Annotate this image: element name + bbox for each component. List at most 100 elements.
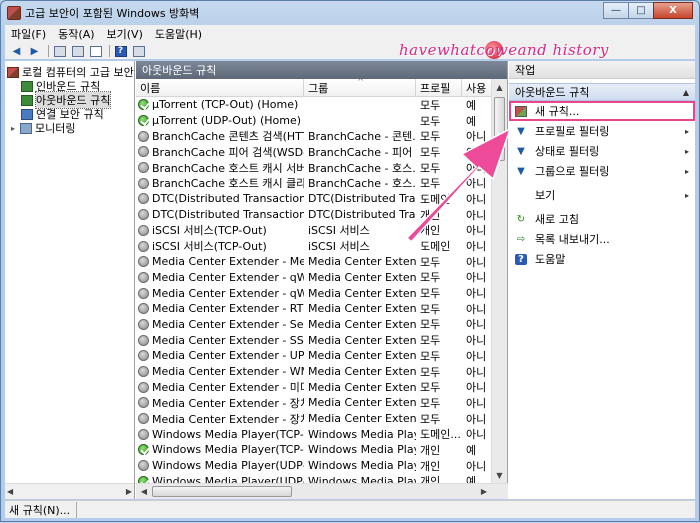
table-row[interactable]: Windows Media Player(UDP-Ou... Windows Me…: [136, 458, 492, 474]
tree-horizontal-scrollbar[interactable]: ◀ ▶: [5, 483, 134, 499]
column-header-profile[interactable]: 프로필: [416, 79, 462, 96]
rule-name-cell: Media Center Extender - qWav...: [136, 271, 304, 284]
action-item[interactable]: 보기 ▸: [509, 185, 695, 205]
expand-icon[interactable]: ▸: [11, 124, 20, 133]
table-row[interactable]: µTorrent (UDP-Out) (Home) 모두 예: [136, 113, 492, 129]
menu-view[interactable]: 보기(V): [101, 26, 149, 42]
help-icon[interactable]: ?: [113, 45, 128, 58]
rule-group-cell: Media Center Extender: [308, 270, 416, 284]
rules-horizontal-scrollbar[interactable]: ◀ ▶: [136, 483, 508, 499]
action-item[interactable]: ⇨ 목록 내보내기...: [509, 229, 695, 249]
table-row[interactable]: Media Center Extender - SSDP(... Media Ce…: [136, 332, 492, 348]
firewall-app-icon: [7, 6, 21, 20]
scroll-thumb[interactable]: [494, 97, 505, 161]
menu-file[interactable]: 파일(F): [5, 26, 52, 42]
table-row[interactable]: Media Center Extender - 장치 ... Media Cent…: [136, 411, 492, 427]
minimize-button[interactable]: —: [603, 2, 629, 19]
rule-name-cell: Media Center Extender - RTSP(...: [136, 302, 304, 315]
rule-profile-cell: 모두: [420, 271, 441, 285]
rule-name-cell: µTorrent (UDP-Out) (Home): [136, 114, 304, 127]
table-row[interactable]: Media Center Extender - Media... Media Ce…: [136, 254, 492, 270]
rule-disabled-icon: [138, 287, 149, 299]
rule-profile-cell: 개인: [420, 459, 441, 473]
rule-profile-cell: 모두: [420, 114, 441, 128]
firewall-window: 고급 보안이 포함된 Windows 방화벽 — □ X 파일(F) 동작(A)…: [0, 0, 700, 522]
table-row[interactable]: BranchCache 호스트 캐시 클라... BranchCache - 호스…: [136, 175, 492, 191]
forward-icon[interactable]: ▶: [27, 45, 42, 58]
show-action-pane-icon[interactable]: [131, 45, 146, 58]
table-row[interactable]: Windows Media Player(TCP-Out) Windows Med…: [136, 426, 492, 442]
table-row[interactable]: BranchCache 호스트 캐시 서버(... BranchCache - 호…: [136, 160, 492, 176]
back-icon[interactable]: ◀: [9, 45, 24, 58]
table-row[interactable]: Media Center Extender - RTSP(... Media Ce…: [136, 301, 492, 317]
rule-disabled-icon: [138, 413, 149, 425]
rule-group-cell: BranchCache - 호스...: [308, 161, 416, 175]
action-item[interactable]: ↻ 새로 고침: [509, 209, 695, 229]
scroll-left-icon[interactable]: ◀: [7, 487, 13, 496]
navigation-tree: 로컬 컴퓨터의 고급 보안 인바운드 규칙 아웃바운드 규칙 연결 보안 규칙 …: [5, 61, 135, 499]
table-row[interactable]: iSCSI 서비스(TCP-Out) iSCSI 서비스 개인 아니: [136, 223, 492, 239]
table-row[interactable]: DTC(Distributed Transaction C... DTC(Dist…: [136, 207, 492, 223]
menu-action[interactable]: 동작(A): [52, 26, 100, 42]
rule-enabled-cell: 아니: [466, 208, 487, 222]
rule-name-cell: Media Center Extender - 미디...: [136, 379, 304, 395]
scroll-right-icon[interactable]: ▶: [126, 487, 132, 496]
export-list-icon[interactable]: [88, 45, 103, 58]
actions-section-outbound-rules[interactable]: 아웃바운드 규칙 ▲: [509, 83, 695, 101]
table-row[interactable]: Media Center Extender - qWav... Media Cen…: [136, 270, 492, 286]
show-tree-icon[interactable]: [70, 45, 85, 58]
table-row[interactable]: iSCSI 서비스(TCP-Out) iSCSI 서비스 도메인 아니: [136, 238, 492, 254]
help-icon: ?: [515, 253, 527, 265]
action-item[interactable]: 새 규칙...: [509, 101, 695, 121]
action-item[interactable]: ▼ 그룹으로 필터링 ▸: [509, 161, 695, 181]
scroll-down-icon[interactable]: ▼: [492, 467, 507, 483]
scroll-right-icon[interactable]: ▶: [476, 484, 492, 499]
rule-profile-cell: 도메인: [420, 192, 451, 206]
column-header-name[interactable]: 이름: [136, 79, 304, 96]
title-bar[interactable]: 고급 보안이 포함된 Windows 방화벽 — □ X: [1, 1, 699, 25]
table-row[interactable]: Media Center Extender - 미디... Media Cente…: [136, 379, 492, 395]
table-row[interactable]: Media Center Extender - WMD... Media Cent…: [136, 364, 492, 380]
column-header-enabled[interactable]: 사용: [462, 79, 492, 96]
table-row[interactable]: DTC(Distributed Transaction C... DTC(Dist…: [136, 191, 492, 207]
rules-vertical-scrollbar[interactable]: ▲ ▼: [491, 79, 507, 483]
collapse-icon[interactable]: ▲: [683, 88, 689, 97]
table-row[interactable]: Windows Media Player(UDP-O... Windows Med…: [136, 474, 492, 483]
rule-enabled-cell: 아니: [466, 428, 487, 442]
table-row[interactable]: Media Center Extender - Servic... Media C…: [136, 317, 492, 333]
menu-help[interactable]: 도움말(H): [149, 26, 208, 42]
tree-root[interactable]: 로컬 컴퓨터의 고급 보안: [7, 65, 134, 79]
rule-enabled-cell: 아니: [466, 318, 487, 332]
rule-disabled-icon: [138, 334, 149, 346]
column-header-group[interactable]: 그룹 ^: [304, 79, 416, 96]
scroll-left-icon[interactable]: ◀: [136, 484, 152, 499]
scroll-up-icon[interactable]: ▲: [492, 79, 507, 95]
rule-group-cell: iSCSI 서비스: [308, 224, 370, 238]
table-row[interactable]: BranchCache 피어 검색(WSD-O... BranchCache - …: [136, 144, 492, 160]
status-bar: 새 규칙(N)...: [5, 500, 695, 518]
rule-disabled-icon: [138, 303, 149, 315]
table-row[interactable]: BranchCache 콘텐츠 검색(HTTP... BranchCache - …: [136, 128, 492, 144]
rule-disabled-icon: [138, 240, 149, 252]
tree-item-monitoring[interactable]: ▸ 모니터링: [11, 121, 75, 135]
up-folder-icon[interactable]: [52, 45, 67, 58]
rule-name-cell: BranchCache 호스트 캐시 서버(...: [136, 160, 304, 176]
action-item[interactable]: ▼ 프로필로 필터링 ▸: [509, 121, 695, 141]
action-item[interactable]: ▼ 상태로 필터링 ▸: [509, 141, 695, 161]
scroll-thumb[interactable]: [152, 486, 292, 497]
table-row[interactable]: µTorrent (TCP-Out) (Home) 모두 예: [136, 97, 492, 113]
table-row[interactable]: Media Center Extender - 장치 ... Media Cent…: [136, 395, 492, 411]
table-row[interactable]: Windows Media Player(TCP-Out) Windows Med…: [136, 442, 492, 458]
rule-group-cell: Media Center Extender: [308, 286, 416, 300]
tree-item-inbound-rules[interactable]: 인바운드 규칙: [21, 79, 100, 93]
action-item[interactable]: ? 도움말: [509, 249, 695, 269]
tree-item-outbound-rules[interactable]: 아웃바운드 규칙: [21, 91, 112, 109]
rule-enabled-cell: 아니: [466, 302, 487, 316]
close-button[interactable]: X: [653, 2, 693, 19]
tree-item-connection-security-rules[interactable]: 연결 보안 규칙: [21, 107, 104, 121]
maximize-button[interactable]: □: [628, 2, 654, 19]
rule-name-cell: BranchCache 호스트 캐시 클라...: [136, 175, 304, 191]
rule-disabled-icon: [138, 224, 149, 236]
table-row[interactable]: Media Center Extender - UPnP(... Media Ce…: [136, 348, 492, 364]
table-row[interactable]: Media Center Extender - qWav... Media Cen…: [136, 285, 492, 301]
